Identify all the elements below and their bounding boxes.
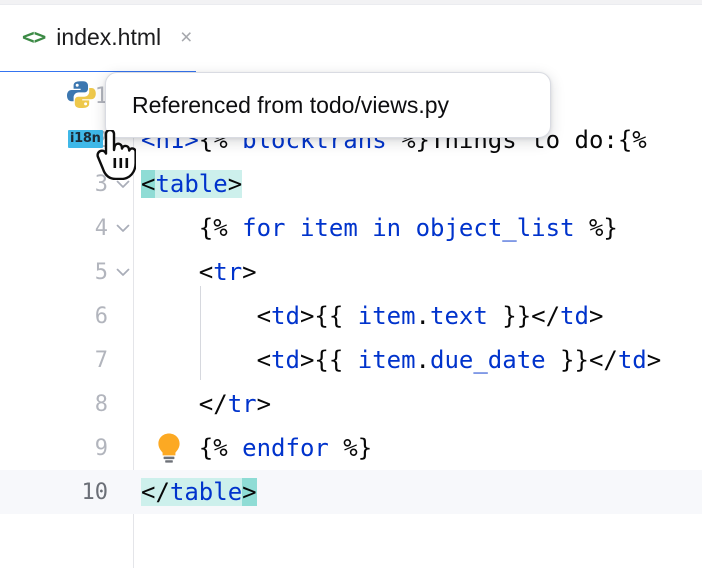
code-token: < [141,302,271,330]
code-token: > [242,258,256,286]
line-number: 5 [0,250,108,294]
intention-bulb-icon[interactable] [152,431,186,465]
code-token: > [242,478,256,506]
html-file-icon: <> [22,27,45,48]
code-token: td [271,346,300,374]
chevron-down-icon[interactable] [112,162,134,206]
code-text[interactable]: <td>{{ item.due_date }}</td> [141,338,661,382]
code-token: > [228,170,242,198]
code-editor[interactable]: 12<h1>{% blocktrans %}Things to do:{%3<t… [0,72,702,568]
indent-guide [200,286,201,380]
code-token: table [155,170,227,198]
editor-line[interactable]: 7 <td>{{ item.due_date }}</td> [0,338,702,382]
line-number: 4 [0,206,108,250]
code-token: endfor [242,434,329,462]
editor-line[interactable]: 9 {% endfor %} [0,426,702,470]
code-token: td [560,302,589,330]
code-token: %} [575,214,618,242]
code-token: td [618,346,647,374]
code-token: </ [141,478,170,506]
code-token: td [271,302,300,330]
line-number: 6 [0,294,108,338]
editor-line[interactable]: 5 <tr> [0,250,702,294]
chevron-down-icon[interactable] [112,250,134,294]
editor-tab-bar: <> index.html × [0,5,702,68]
code-text[interactable]: <td>{{ item.text }}</td> [141,294,603,338]
editor-line[interactable]: 3 <table> [0,162,702,206]
editor-line[interactable]: 4 {% for item in object_list %} [0,206,702,250]
code-token: < [141,346,271,374]
code-token: tr [213,258,242,286]
editor-line[interactable]: 6 <td>{{ item.text }}</td> [0,294,702,338]
code-token: . [416,346,430,374]
code-token: item [358,346,416,374]
editor-line[interactable]: 8 </tr> [0,382,702,426]
code-token: < [141,170,155,198]
gutter-tooltip-text: Referenced from todo/views.py [132,92,449,119]
line-number: 10 [0,470,108,514]
code-token: }}</ [546,346,618,374]
editor-tab-label: index.html [56,24,161,51]
code-token: >{{ [300,346,358,374]
code-token: {% [141,214,242,242]
code-token: item [358,302,416,330]
editor-tab-index-html[interactable]: <> index.html × [14,13,200,61]
line-number: 7 [0,338,108,382]
code-text[interactable]: </table> [141,470,257,514]
code-token: > [647,346,661,374]
code-token: }}</ [488,302,560,330]
code-token: > [589,302,603,330]
editor-window: <> index.html × 12<h1>{% blocktrans %}Th… [0,0,702,568]
code-token: item [300,214,358,242]
code-token: for [242,214,285,242]
code-text[interactable]: <table> [141,162,242,206]
code-text[interactable]: <tr> [141,250,257,294]
code-token: table [170,478,242,506]
code-token: < [141,258,213,286]
code-token: > [257,390,271,418]
close-icon[interactable]: × [180,27,192,48]
code-text[interactable]: </tr> [141,382,271,426]
line-number: 8 [0,382,108,426]
code-token [401,214,415,242]
code-token: >{{ [300,302,358,330]
chevron-down-icon[interactable] [112,206,134,250]
editor-line[interactable]: 10 </table> [0,470,702,514]
code-token: due_date [430,346,546,374]
code-token [286,214,300,242]
python-reference-gutter-icon[interactable] [64,78,98,112]
gutter-tooltip: Referenced from todo/views.py [105,72,551,138]
line-number: 9 [0,426,108,470]
code-token: . [416,302,430,330]
i18n-badge[interactable]: i18n [68,130,103,148]
code-token [358,214,372,242]
line-number: 3 [0,162,108,206]
code-token: %} [329,434,372,462]
code-text[interactable]: {% for item in object_list %} [141,206,618,250]
code-token: </ [141,390,228,418]
code-token: tr [228,390,257,418]
code-token: in [372,214,401,242]
code-token: object_list [416,214,575,242]
code-token: text [430,302,488,330]
